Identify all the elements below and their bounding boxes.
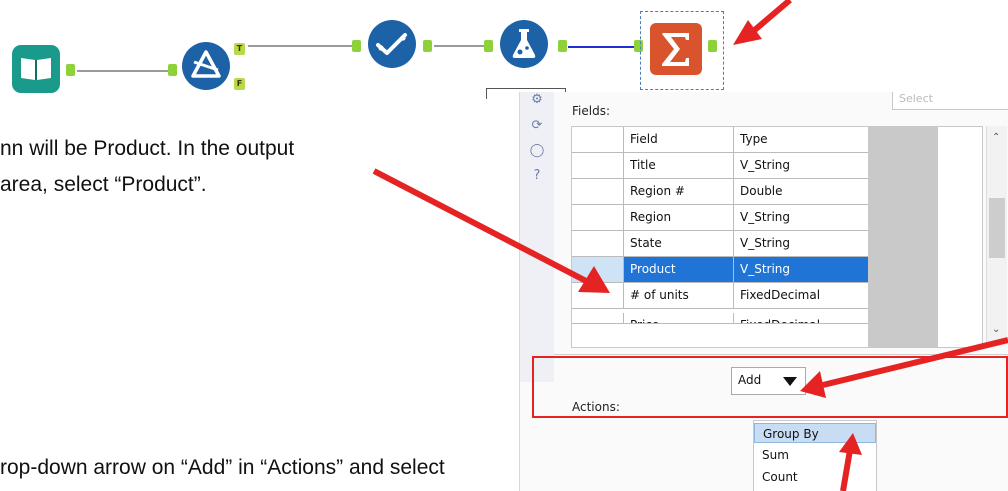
output-anchor[interactable]	[423, 40, 432, 52]
help-icon[interactable]: ?	[529, 168, 545, 184]
field-name-cell: # of units	[623, 283, 733, 308]
output-anchor[interactable]	[66, 64, 75, 76]
field-name-cell: State	[623, 231, 733, 256]
select-dropdown[interactable]: Select	[892, 92, 1008, 110]
instruction-text-line2: area, select “Product”.	[0, 173, 207, 196]
column-header-field[interactable]: Field	[623, 127, 733, 152]
menu-item-group-by[interactable]: Group By	[754, 423, 876, 443]
instruction-text-line1: nn will be Product. In the output	[0, 137, 295, 160]
input-anchor[interactable]	[352, 40, 361, 52]
input-anchor[interactable]	[168, 64, 177, 76]
input-anchor[interactable]	[484, 40, 493, 52]
fields-grid[interactable]: Field Type Title V_String Region # Doubl…	[571, 126, 983, 348]
field-name-cell: Title	[623, 153, 733, 178]
connection-line	[77, 70, 170, 72]
connection-line	[248, 45, 356, 47]
table-row[interactable]: State V_String	[572, 231, 868, 257]
grid-header-row: Field Type	[572, 127, 868, 153]
instruction-text-line3: rop-down arrow on “Add” in “Actions” and…	[0, 456, 445, 479]
add-action-menu: Group By Sum Count	[753, 420, 877, 491]
configuration-icon[interactable]: ⚙	[529, 92, 545, 108]
output-anchor[interactable]	[708, 40, 717, 52]
connection-line	[434, 45, 486, 47]
field-name-cell: Price	[623, 313, 733, 323]
field-type-cell: V_String	[733, 205, 868, 230]
table-row[interactable]: Price FixedDecimal	[572, 309, 868, 324]
field-name-cell: Product	[623, 257, 733, 282]
divider	[554, 354, 1008, 355]
field-type-cell: V_String	[733, 153, 868, 178]
actions-highlight-box	[532, 356, 1008, 418]
select-tool[interactable]	[366, 18, 418, 70]
filter-true-anchor[interactable]: T	[234, 43, 245, 55]
scroll-down-icon[interactable]: ⌄	[992, 324, 1000, 335]
field-type-cell: FixedDecimal	[733, 283, 868, 308]
field-type-cell: V_String	[733, 231, 868, 256]
book-icon	[12, 45, 60, 93]
table-row[interactable]: Region # Double	[572, 179, 868, 205]
connection-line	[568, 46, 636, 48]
filter-tool[interactable]	[180, 40, 232, 92]
field-type-cell: Double	[733, 179, 868, 204]
field-type-cell: V_String	[733, 257, 868, 282]
filter-delta-icon	[182, 42, 230, 90]
fields-label: Fields:	[572, 104, 610, 118]
filter-false-anchor[interactable]: F	[234, 78, 245, 90]
side-toolbar: ⚙ ⟳ ◯ ?	[520, 92, 554, 382]
scroll-thumb[interactable]	[989, 198, 1005, 258]
scroll-up-icon[interactable]: ⌃	[992, 132, 1000, 143]
field-name-cell: Region	[623, 205, 733, 230]
flask-icon	[500, 20, 548, 68]
grid-empty-area	[868, 127, 938, 347]
connection-progress-icon[interactable]: ⟳	[529, 118, 545, 134]
output-anchor[interactable]	[558, 40, 567, 52]
input-data-tool[interactable]	[10, 43, 62, 95]
menu-item-count[interactable]: Count	[754, 467, 876, 487]
field-type-cell: FixedDecimal	[733, 313, 868, 323]
table-row[interactable]: # of units FixedDecimal	[572, 283, 868, 309]
menu-item-sum[interactable]: Sum	[754, 445, 876, 465]
arrow-to-summarize-tool	[733, 0, 792, 45]
table-row[interactable]: Region V_String	[572, 205, 868, 231]
sigma-icon	[650, 23, 702, 75]
table-row-selected[interactable]: Product V_String	[572, 257, 868, 283]
table-row[interactable]: Title V_String	[572, 153, 868, 179]
formula-tool[interactable]	[498, 18, 550, 70]
checkmark-icon	[368, 20, 416, 68]
column-header-type[interactable]: Type	[733, 127, 868, 152]
summarize-tool[interactable]	[648, 21, 704, 77]
grid-scrollbar[interactable]: ⌃ ⌄	[986, 126, 1007, 346]
tag-icon[interactable]: ◯	[529, 143, 545, 159]
field-name-cell: Region #	[623, 179, 733, 204]
